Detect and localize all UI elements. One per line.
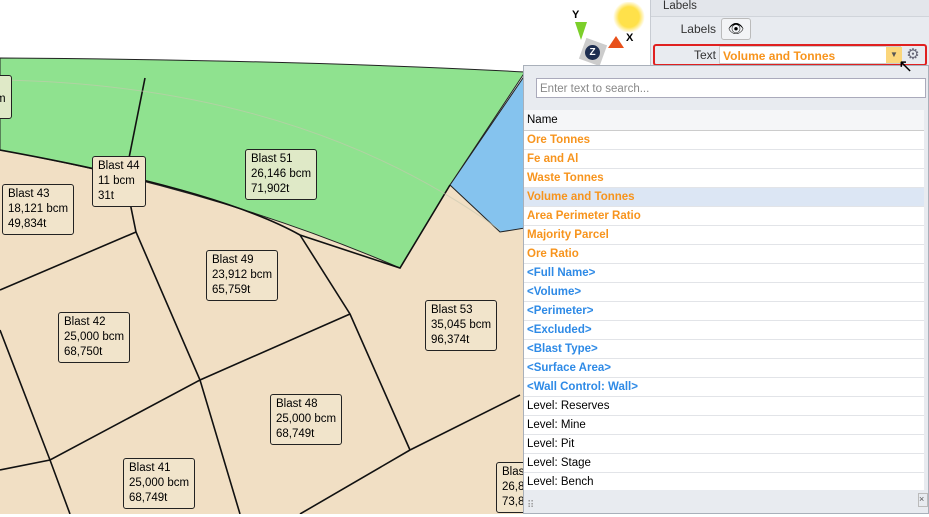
option-item[interactable]: Waste Tonnes bbox=[524, 169, 926, 188]
blast-label-line: 26,146 bcm bbox=[251, 168, 312, 180]
option-item[interactable]: <Surface Area> bbox=[524, 359, 926, 378]
options-list: Name Ore Tonnes Fe and Al Waste Tonnes Volu… bbox=[524, 110, 926, 490]
blast-label-line: Blast 41 bbox=[129, 462, 171, 474]
blast-label[interactable]: Blast 41 25,000 bcm 68,749t bbox=[123, 458, 196, 509]
x-arrow-icon bbox=[608, 36, 624, 48]
option-item[interactable]: Level: Pit bbox=[524, 435, 926, 454]
blast-label[interactable]: Blast 51 26,146 bcm 71,902t bbox=[245, 149, 318, 200]
scrollbar[interactable] bbox=[924, 110, 928, 490]
axis-y-label: Y bbox=[572, 9, 580, 21]
option-item[interactable]: Level: Bench bbox=[524, 473, 926, 490]
option-item[interactable]: <Excluded> bbox=[524, 321, 926, 340]
text-dropdown-popup: Enter text to search... Name Ore Tonnes F… bbox=[523, 65, 929, 514]
blast-label-line: 68,750t bbox=[64, 346, 103, 358]
blast-label-line: 49,834t bbox=[8, 218, 47, 230]
blast-label-line: 31t bbox=[98, 190, 114, 202]
blast-label-line: Blas bbox=[502, 466, 525, 478]
blast-label[interactable]: Blast 49 23,912 bcm 65,759t bbox=[206, 250, 279, 301]
option-item[interactable]: Level: Reserves bbox=[524, 397, 926, 416]
blast-label-line: 26,8 bbox=[502, 481, 525, 493]
blast-label-line: m bbox=[0, 93, 6, 105]
properties-panel: Labels Labels 👁 Text Volume and Tonnes ▼… bbox=[650, 0, 929, 68]
blast-label-line: Blast 44 bbox=[98, 160, 140, 172]
blast-label-line: Blast 49 bbox=[212, 254, 254, 266]
blast-label-line: 68,749t bbox=[129, 492, 168, 504]
blast-label-line: 25,000 bcm bbox=[64, 331, 125, 343]
chevron-down-icon: ▼ bbox=[890, 50, 898, 59]
eye-icon: 👁 bbox=[727, 21, 745, 36]
labels-visibility-button[interactable]: 👁 bbox=[721, 18, 751, 40]
blast-label[interactable]: Blast 53 35,045 bcm 96,374t bbox=[425, 300, 498, 351]
blast-label[interactable]: m bbox=[0, 75, 12, 119]
option-item[interactable]: <Volume> bbox=[524, 283, 926, 302]
blast-label-line: Blast 43 bbox=[8, 188, 50, 200]
blast-label[interactable]: Blast 48 25,000 bcm 68,749t bbox=[270, 394, 343, 445]
option-item[interactable]: Level: Stage bbox=[524, 454, 926, 473]
blast-label-line: 73,8 bbox=[502, 496, 525, 508]
blast-label-line: 68,749t bbox=[276, 428, 315, 440]
blast-label-line: 25,000 bcm bbox=[276, 413, 337, 425]
option-item[interactable]: Fe and Al bbox=[524, 150, 926, 169]
blast-label-line: 71,902t bbox=[251, 183, 290, 195]
option-item[interactable]: Area Perimeter Ratio bbox=[524, 207, 926, 226]
blast-label-line: Blast 53 bbox=[431, 304, 473, 316]
blast-label[interactable]: Blast 43 18,121 bcm 49,834t bbox=[2, 184, 75, 235]
text-combo[interactable]: Volume and Tonnes bbox=[719, 46, 901, 64]
close-icon[interactable]: × bbox=[918, 493, 928, 507]
option-item[interactable]: Ore Tonnes bbox=[524, 131, 926, 150]
sun-icon bbox=[612, 2, 646, 32]
option-item[interactable]: Majority Parcel bbox=[524, 226, 926, 245]
blast-label[interactable]: Blast 44 11 bcm 31t bbox=[92, 156, 146, 207]
blast-label-line: 65,759t bbox=[212, 284, 251, 296]
blast-label-line: 18,121 bcm bbox=[8, 203, 69, 215]
option-item[interactable]: <Perimeter> bbox=[524, 302, 926, 321]
option-item[interactable]: <Blast Type> bbox=[524, 340, 926, 359]
column-header-name[interactable]: Name bbox=[524, 110, 926, 131]
resize-grip-icon[interactable]: ⠿ bbox=[527, 500, 534, 511]
option-item[interactable]: <Full Name> bbox=[524, 264, 926, 283]
blast-label-line: 25,000 bcm bbox=[129, 477, 190, 489]
axis-x-label: X bbox=[626, 32, 634, 44]
axis-z-label: Z bbox=[585, 45, 600, 60]
blast-label-line: 11 bcm bbox=[98, 175, 135, 187]
option-item[interactable]: <Wall Control: Wall> bbox=[524, 378, 926, 397]
option-item[interactable]: Volume and Tonnes bbox=[524, 188, 926, 207]
option-item[interactable]: Ore Ratio bbox=[524, 245, 926, 264]
blast-label-line: Blast 42 bbox=[64, 316, 106, 328]
option-item[interactable]: Level: Mine bbox=[524, 416, 926, 435]
mouse-cursor-icon: ↖ bbox=[898, 56, 914, 76]
text-field-label: Text bbox=[693, 48, 716, 62]
labels-field-label: Labels bbox=[680, 22, 716, 36]
blast-label-line: Blast 51 bbox=[251, 153, 293, 165]
y-arrow-icon bbox=[575, 22, 587, 40]
blast-label-line: Blast 48 bbox=[276, 398, 318, 410]
blast-label-line: 35,045 bcm bbox=[431, 319, 492, 331]
search-input[interactable]: Enter text to search... bbox=[536, 78, 926, 98]
blast-label[interactable]: Blast 42 25,000 bcm 68,750t bbox=[58, 312, 131, 363]
section-header: Labels bbox=[651, 0, 929, 17]
blast-label-line: 96,374t bbox=[431, 334, 470, 346]
blast-label-line: 23,912 bcm bbox=[212, 269, 273, 281]
